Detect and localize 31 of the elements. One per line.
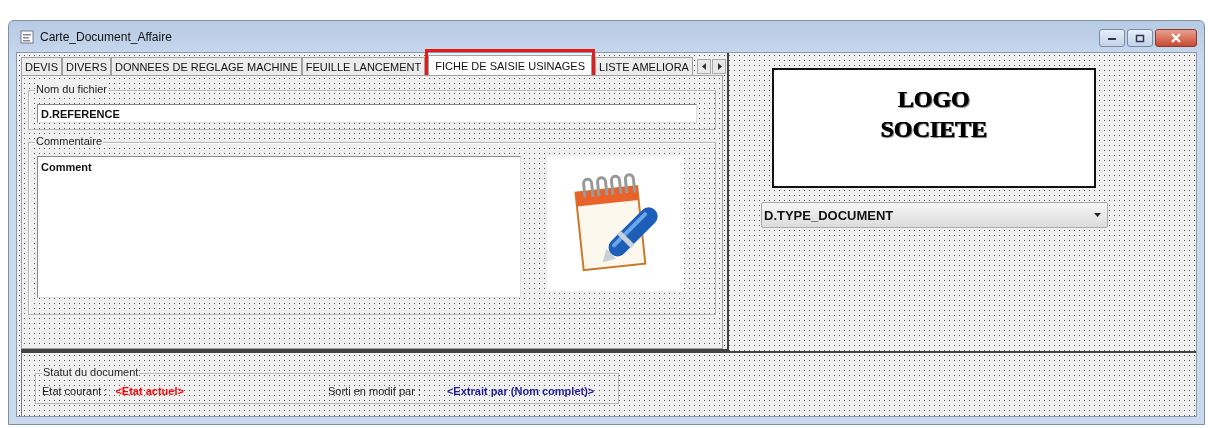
group-legend: Commentaire: [35, 135, 104, 147]
tab[interactable]: FICHE DE SAISIE USINAGES: [428, 55, 593, 75]
left-arrow-icon: [701, 63, 707, 70]
comment-field[interactable]: Comment: [37, 156, 521, 298]
group-legend: Nom du fichier: [35, 83, 108, 95]
maximize-icon: [1135, 33, 1145, 43]
caret-icon: [1094, 213, 1101, 217]
tab[interactable]: DIVERS: [62, 57, 111, 75]
tab[interactable]: FEUILLE LANCEMENT: [301, 57, 426, 75]
minimize-button[interactable]: [1099, 29, 1125, 47]
window-title: Carte_Document_Affaire: [40, 29, 172, 44]
scroll-right-button[interactable]: [712, 59, 726, 74]
logo-text: SOCIETE: [880, 115, 988, 144]
tab[interactable]: LISTE AMELIORA: [595, 57, 693, 75]
field-label: Etat courant :: [42, 385, 108, 397]
form-icon: [20, 29, 34, 44]
close-button[interactable]: [1155, 29, 1197, 47]
close-icon: [1170, 33, 1182, 43]
logo-text: LOGO: [898, 85, 970, 114]
status-value: <Extrait par (Nom complet)>: [446, 385, 595, 397]
status-value: <Etat actuel>: [115, 385, 184, 397]
file-name-field[interactable]: D.REFERENCE: [37, 104, 697, 123]
tab[interactable]: DEVIS: [21, 57, 62, 75]
tab[interactable]: DONNEES DE REGLAGE MACHINE: [111, 57, 302, 75]
document-type-dropdown[interactable]: D.TYPE_DOCUMENT: [761, 202, 1108, 228]
minimize-icon: [1107, 35, 1117, 41]
field-label: Sorti en modif par :: [328, 385, 421, 397]
right-arrow-icon: [716, 63, 722, 70]
maximize-button[interactable]: [1127, 29, 1153, 47]
scroll-left-button[interactable]: [697, 59, 711, 74]
group-legend: Statut du document: [42, 366, 140, 378]
